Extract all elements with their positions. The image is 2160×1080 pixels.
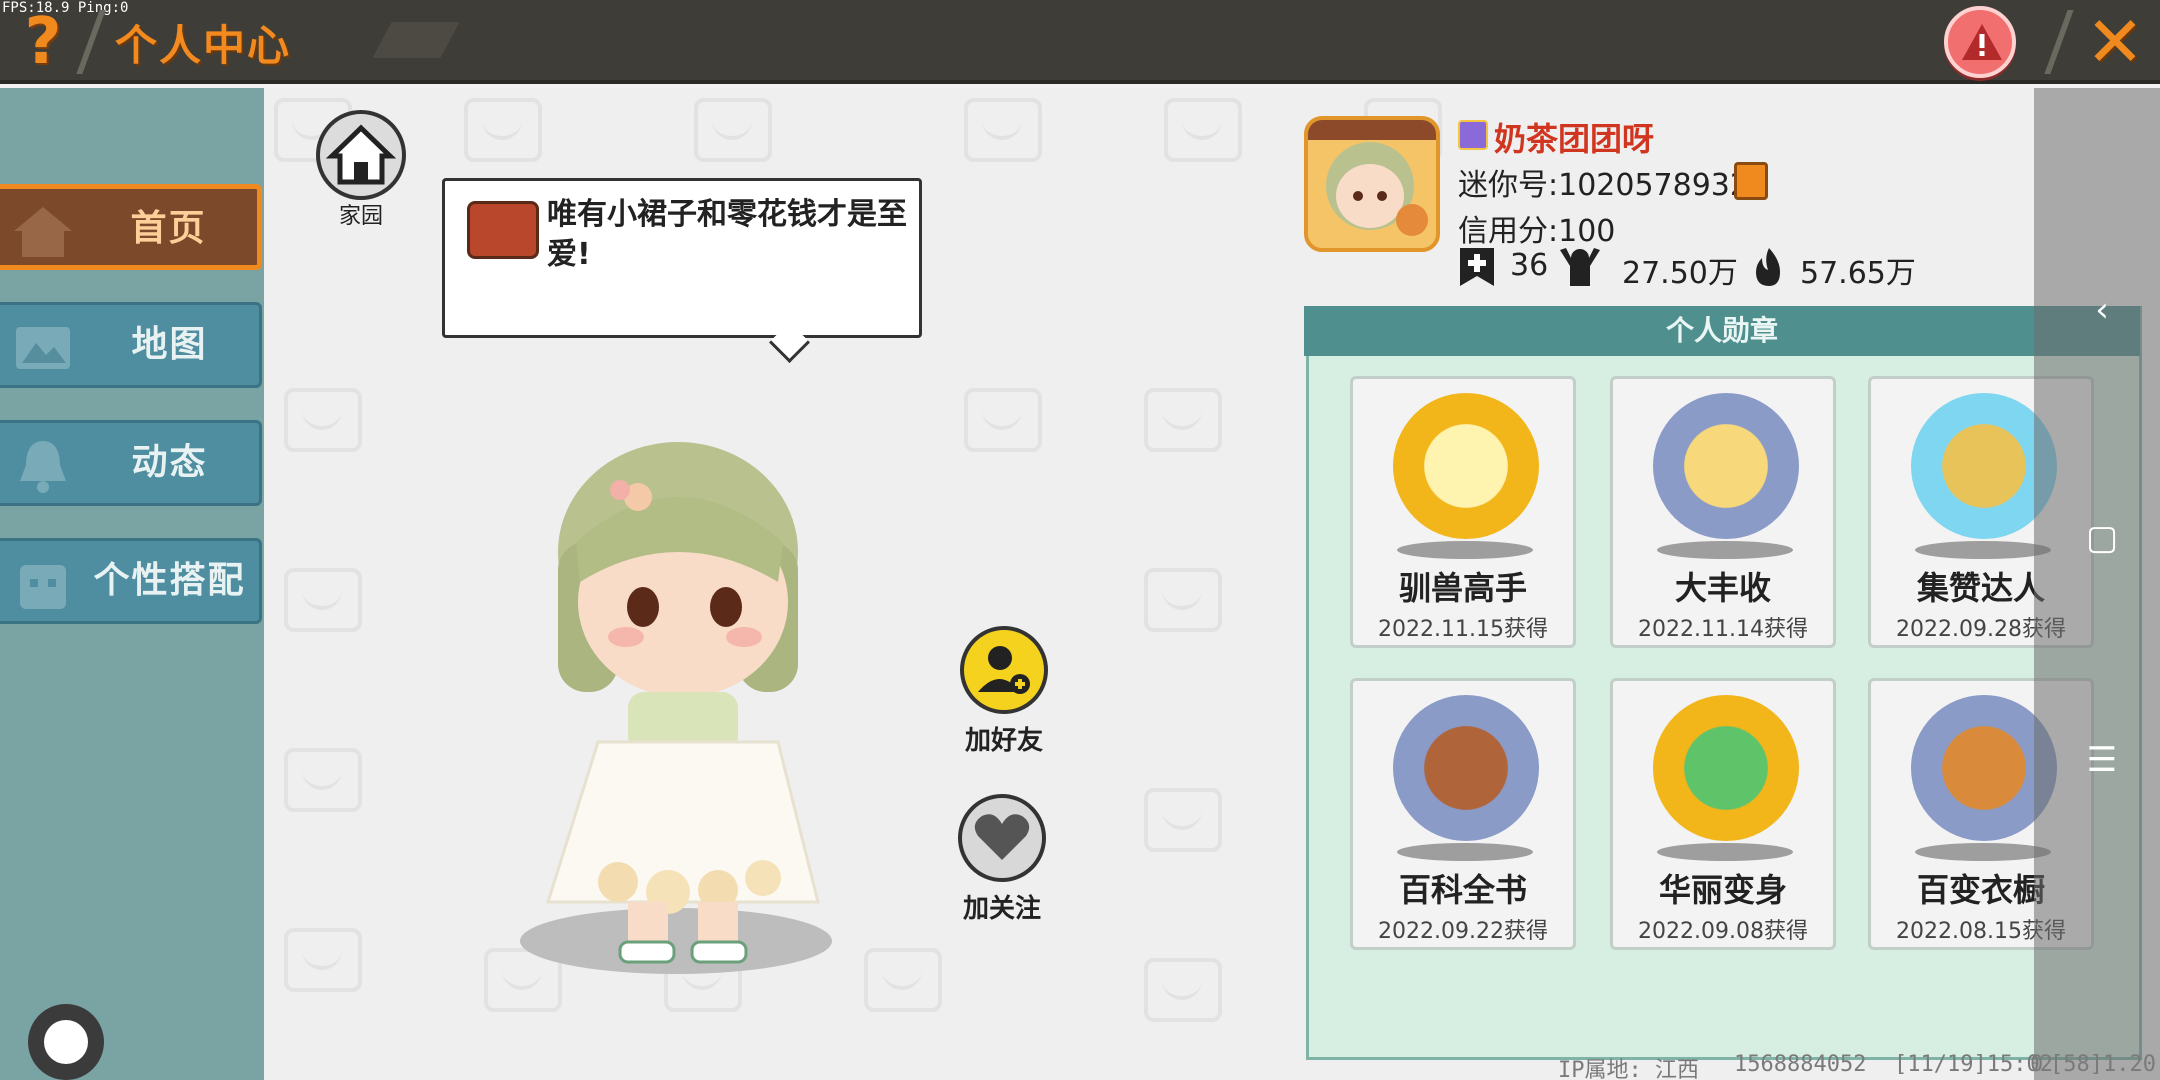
tab-home[interactable]: 首页	[0, 184, 262, 270]
ip-location: IP属地: 江西	[1558, 1058, 1699, 1080]
system-nav-overlay	[2034, 88, 2160, 1080]
mini-id: 迷你号:1020578932	[1458, 168, 1749, 203]
recent-apps-icon[interactable]: ▢	[2084, 518, 2120, 558]
tab-label: 地图	[131, 324, 208, 365]
medal-name: 百科全书	[1398, 871, 1527, 909]
bg-pattern	[1144, 568, 1222, 632]
medal-date: 2022.09.22获得	[1378, 919, 1548, 944]
back-icon[interactable]: ‹	[2084, 290, 2120, 330]
add-friend-icon	[978, 646, 1030, 694]
medal-shadow	[1915, 843, 2051, 861]
divider	[2044, 10, 2074, 74]
credit-score: 信用分:100	[1458, 214, 1616, 249]
bg-pattern	[284, 388, 362, 452]
medal-transform-icon	[1653, 695, 1799, 841]
bg-pattern	[1144, 958, 1222, 1022]
stat-likes: 36	[1510, 248, 1549, 283]
help-button[interactable]: ?	[18, 6, 68, 78]
tab-label: 首页	[130, 208, 207, 249]
tab-label: 动态	[131, 442, 208, 483]
copy-id-button[interactable]	[1734, 162, 1768, 200]
user-uid: 1568884052	[1734, 1052, 1867, 1077]
add-friend-label: 加好友	[964, 726, 1043, 756]
version-info: [58]1.20.5	[2050, 1052, 2160, 1077]
tab-outfit[interactable]: 个性搭配	[0, 538, 262, 624]
medal-name: 大丰收	[1674, 569, 1771, 607]
fans-icon	[1560, 248, 1600, 286]
bookmark-plus-icon	[1460, 248, 1494, 286]
signature-text: 唯有小裙子和零花钱才是至爱!	[547, 197, 907, 272]
emoji-icon	[467, 201, 539, 259]
bg-pattern	[464, 98, 542, 162]
medal-shadow	[1657, 541, 1793, 559]
nickname: 奶茶团团呀	[1494, 120, 1655, 158]
medal-name: 驯兽高手	[1398, 569, 1527, 607]
fire-icon	[1756, 248, 1780, 286]
divider	[76, 10, 106, 74]
profile-avatar[interactable]	[1304, 116, 1440, 252]
bell-icon	[20, 441, 66, 493]
vip-badge-icon	[1458, 120, 1488, 150]
follow-label: 加关注	[962, 894, 1041, 924]
medal-card[interactable]: 百科全书 2022.09.22获得	[1350, 678, 1576, 950]
floating-ball-button[interactable]	[28, 1004, 104, 1080]
bg-pattern	[1164, 98, 1242, 162]
bg-pattern	[964, 98, 1042, 162]
menu-icon[interactable]: ☰	[2084, 740, 2120, 780]
bg-pattern	[284, 748, 362, 812]
tab-map[interactable]: 地图	[0, 302, 262, 388]
medal-harvest-icon	[1653, 393, 1799, 539]
map-icon	[16, 327, 70, 369]
bg-pattern	[284, 568, 362, 632]
heart-icon	[974, 814, 1030, 860]
medal-panel-title: 个人勋章	[1304, 306, 2140, 356]
stat-popularity: 57.65万	[1800, 256, 1916, 291]
bg-pattern	[284, 928, 362, 992]
follow-button[interactable]	[958, 794, 1046, 882]
close-button[interactable]: ✕	[2080, 4, 2150, 80]
home-tab-icon	[14, 207, 72, 257]
homeland-label: 家园	[338, 204, 383, 229]
medal-date: 2022.11.15获得	[1378, 617, 1548, 642]
medal-date: 2022.11.14获得	[1638, 617, 1808, 642]
add-friend-button[interactable]	[960, 626, 1048, 714]
tab-feed[interactable]: 动态	[0, 420, 262, 506]
medal-shadow	[1657, 843, 1793, 861]
medal-card[interactable]: 驯兽高手 2022.11.15获得	[1350, 376, 1576, 648]
signature-bubble: 唯有小裙子和零花钱才是至爱!	[442, 178, 922, 338]
warning-icon	[1962, 24, 2002, 60]
personal-center-screen: { "topbar": { "fps": "FPS:18.9 Ping:0", …	[0, 0, 2160, 1080]
report-button[interactable]	[1944, 6, 2016, 78]
medal-tamer-icon	[1393, 393, 1539, 539]
bg-pattern	[964, 388, 1042, 452]
outfit-icon	[20, 565, 66, 609]
medal-name: 华丽变身	[1658, 871, 1787, 909]
page-title: 个人中心	[115, 21, 292, 70]
medal-shadow	[1915, 541, 2051, 559]
medal-shadow	[1397, 541, 1533, 559]
medal-date: 2022.09.08获得	[1638, 919, 1808, 944]
tab-label: 个性搭配	[93, 560, 246, 601]
medal-encyclopedia-icon	[1393, 695, 1539, 841]
homeland-button[interactable]	[316, 110, 406, 200]
medal-shadow	[1397, 843, 1533, 861]
house-icon	[325, 124, 397, 185]
bg-pattern	[694, 98, 772, 162]
bg-pattern	[864, 948, 942, 1012]
top-bar: FPS:18.9 Ping:0 ? 个人中心 ✕	[0, 0, 2160, 84]
stat-fans: 27.50万	[1622, 256, 1738, 291]
timestamp-tail: 0	[2030, 1052, 2044, 1077]
medal-card[interactable]: 华丽变身 2022.09.08获得	[1610, 678, 1836, 950]
medal-card[interactable]: 大丰收 2022.11.14获得	[1610, 376, 1836, 648]
character-avatar[interactable]	[508, 432, 848, 972]
bg-pattern	[1144, 388, 1222, 452]
bg-pattern	[1144, 788, 1222, 852]
avatar-image	[1308, 120, 1436, 236]
